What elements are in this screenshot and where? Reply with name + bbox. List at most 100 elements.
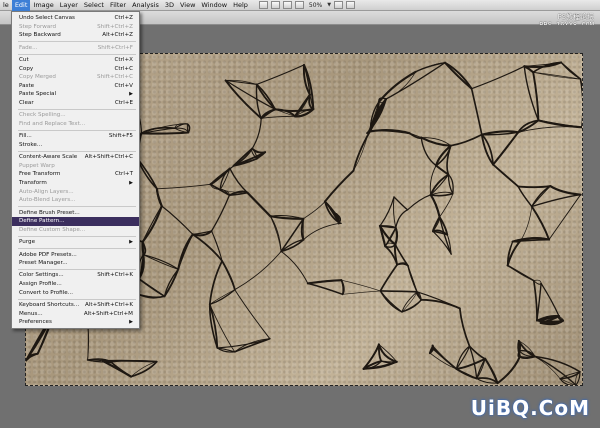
menu-item-clear[interactable]: Clear Ctrl+E [12,99,139,108]
menu-item-shortcut: Ctrl+V [114,82,133,89]
menu-item-keyboard-shortcuts[interactable]: Keyboard Shortcuts... Alt+Shift+Ctrl+K [12,301,139,310]
menu-item-auto-align-layers: Auto-Align Layers... [12,188,139,197]
menu-item-label: Fill... [19,133,32,140]
menu-item-shortcut: Ctrl+C [114,65,133,72]
menu-item-content-aware-scale[interactable]: Content-Aware Scale Alt+Shift+Ctrl+C [12,153,139,162]
menu-layer[interactable]: Layer [57,0,81,11]
menu-item-shortcut: Alt+Shift+Ctrl+M [83,310,133,317]
menu-view[interactable]: View [177,0,198,11]
menu-item-undo-select-canvas[interactable]: Undo Select Canvas Ctrl+Z [12,14,139,23]
menu-edit[interactable]: Edit [11,0,31,11]
chevron-down-icon[interactable]: ▼ [327,2,331,8]
submenu-arrow-icon: ▶ [129,319,133,326]
menu-item-shortcut: Alt+Shift+Ctrl+C [84,154,133,161]
menu-item-label: Preset Manager... [19,260,68,267]
menu-item-auto-blend-layers: Auto-Blend Layers... [12,196,139,205]
menu-help[interactable]: Help [230,0,251,11]
watermark-bottom: UiBQ.CoM [470,396,590,420]
menu-item-label: Step Backward [19,32,61,39]
menu-item-cut[interactable]: Cut Ctrl+X [12,56,139,65]
menu-item-copy-merged: Copy Merged Shift+Ctrl+C [12,73,139,82]
menu-window[interactable]: Window [198,0,230,11]
menu-item-shortcut: Ctrl+Z [114,15,133,21]
menu-item-color-settings[interactable]: Color Settings... Shift+Ctrl+K [12,271,139,280]
menu-item-label: Copy Merged [19,74,56,81]
menu-item-define-brush-preset[interactable]: Define Brush Preset... [12,209,139,218]
menu-item-shortcut: Shift+Ctrl+F [97,44,133,51]
app-toolbar: 50% ▼ [258,1,356,9]
menu-item-shortcut: Alt+Shift+Ctrl+K [85,302,133,309]
menu-item-shortcut: Shift+F5 [108,133,133,140]
menu-item-fill[interactable]: Fill... Shift+F5 [12,132,139,141]
menu-item-label: Color Settings... [19,272,64,279]
menu-item-fade: Fade... Shift+Ctrl+F [12,44,139,53]
rotate-view-icon[interactable] [294,1,304,9]
menu-separator [18,41,136,43]
screen-mode-icon[interactable] [346,1,356,9]
menu-item-shortcut: Ctrl+E [114,99,133,106]
menu-separator [18,108,136,110]
menu-item-label: Free Transform [19,171,61,178]
menu-item-shortcut: Ctrl+T [114,171,133,178]
menu-item-label: Copy [19,65,34,72]
menu-item-menus[interactable]: Menus... Alt+Shift+Ctrl+M [12,310,139,319]
minibridge-icon[interactable] [270,1,280,9]
menu-item-purge[interactable]: Purge ▶ [12,238,139,247]
menu-item-label: Transform [19,180,47,186]
menu-item-copy[interactable]: Copy Ctrl+C [12,65,139,74]
menu-item-label: Puppet Warp [19,162,55,169]
zoom-level[interactable]: 50% [309,2,322,9]
menu-item-label: Define Custom Shape... [19,226,86,233]
menu-item-preset-manager[interactable]: Preset Manager... [12,259,139,268]
menu-item-assign-profile[interactable]: Assign Profile... [12,280,139,289]
menu-item-transform[interactable]: Transform ▶ [12,179,139,188]
guides-icon[interactable] [282,1,292,9]
menu-item-convert-to-profile[interactable]: Convert to Profile... [12,289,139,298]
menu-separator [18,206,136,208]
menu-item-label: Paste Special [19,91,57,98]
menu-image[interactable]: Image [30,0,56,11]
menu-item-label: Menus... [19,310,43,317]
submenu-arrow-icon: ▶ [129,180,133,186]
menu-analysis[interactable]: Analysis [129,0,162,11]
arrange-documents-icon[interactable] [334,1,344,9]
menu-item-step-backward[interactable]: Step Backward Alt+Ctrl+Z [12,31,139,40]
menu-item-label: Keyboard Shortcuts... [19,302,80,309]
menu-item-label: Step Forward [19,23,57,30]
menu-3d[interactable]: 3D [162,0,177,11]
menu-item-label: Define Brush Preset... [19,209,80,216]
menu-item-adobe-pdf-presets[interactable]: Adobe PDF Presets... [12,251,139,260]
menu-item-label: Find and Replace Text... [19,120,86,127]
menu-item-preferences[interactable]: Preferences ▶ [12,318,139,327]
submenu-arrow-icon: ▶ [129,91,133,98]
menu-separator [18,53,136,55]
menu-item-shortcut: Shift+Ctrl+Z [97,23,133,30]
menu-item-label: Cut [19,56,29,63]
menu-item-define-pattern[interactable]: Define Pattern... [12,217,139,226]
bridge-icon[interactable] [258,1,268,9]
menu-item-free-transform[interactable]: Free Transform Ctrl+T [12,170,139,179]
submenu-arrow-icon: ▶ [129,239,133,246]
menu-separator [18,235,136,237]
menu-bar: le Edit Image Layer Select Filter Analys… [0,0,600,11]
menu-item-paste-special[interactable]: Paste Special ▶ [12,90,139,99]
menu-select[interactable]: Select [81,0,107,11]
menu-item-label: Adobe PDF Presets... [19,251,77,258]
menu-item-shortcut: Shift+Ctrl+C [97,74,133,81]
menu-item-label: Paste [19,82,35,89]
menu-file[interactable]: le [0,0,12,11]
menu-item-step-forward: Step Forward Shift+Ctrl+Z [12,23,139,32]
menu-separator [18,129,136,131]
menu-item-check-spelling: Check Spelling... [12,111,139,120]
menu-item-label: Stroke... [19,141,43,148]
menu-item-stroke[interactable]: Stroke... [12,141,139,150]
menu-item-shortcut: Shift+Ctrl+K [97,272,133,279]
menu-item-define-custom-shape: Define Custom Shape... [12,226,139,235]
watermark-line-1: PS教程论坛 [557,13,594,21]
edit-menu-dropdown: Undo Select Canvas Ctrl+Z Step Forward Shif… [11,11,140,329]
menu-filter[interactable]: Filter [107,0,129,11]
menu-item-label: Convert to Profile... [19,289,74,296]
menu-item-find-and-replace-text: Find and Replace Text... [12,120,139,129]
menu-item-label: Auto-Blend Layers... [19,197,76,204]
menu-item-paste[interactable]: Paste Ctrl+V [12,82,139,91]
